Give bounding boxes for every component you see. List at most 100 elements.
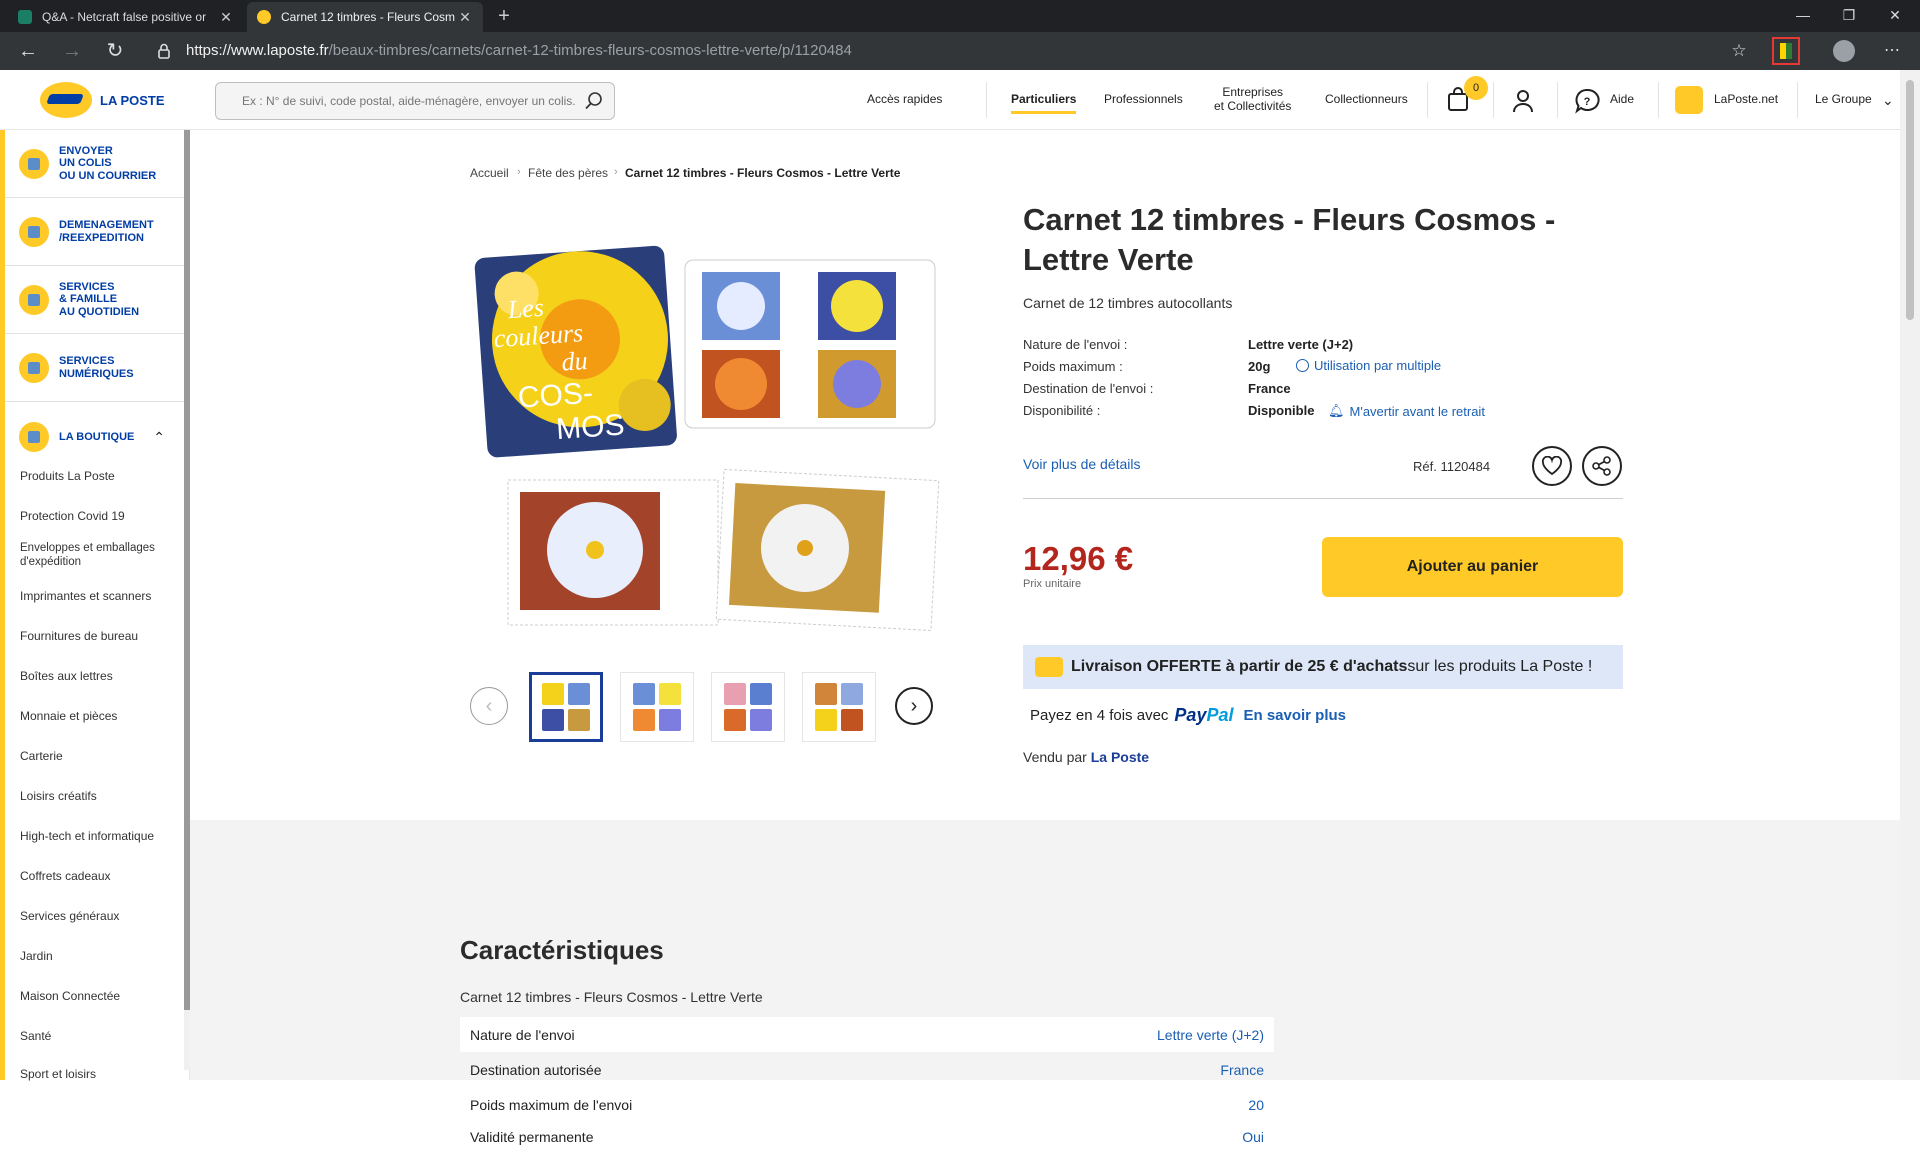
help-icon[interactable]: ?: [1574, 88, 1600, 114]
nav-acces-rapides[interactable]: Accès rapides: [867, 70, 942, 130]
favorite-button[interactable]: [1532, 446, 1572, 486]
mail-icon[interactable]: [1675, 86, 1703, 114]
tab-favicon-icon: [18, 10, 32, 24]
breadcrumb-current: Carnet 12 timbres - Fleurs Cosmos - Lett…: [625, 166, 901, 180]
chevron-up-icon[interactable]: ⌃: [153, 429, 165, 446]
add-to-cart-button[interactable]: Ajouter au panier: [1322, 537, 1623, 597]
sidebar-item[interactable]: Coffrets cadeaux: [20, 869, 170, 883]
nav-collectionneurs[interactable]: Collectionneurs: [1325, 70, 1408, 130]
thumbnail[interactable]: [802, 672, 876, 742]
close-tab-icon[interactable]: ✕: [218, 9, 234, 26]
nav-professionnels[interactable]: Professionnels: [1104, 70, 1183, 130]
back-button[interactable]: ←: [14, 37, 42, 65]
chevron-down-icon[interactable]: ⌄: [1882, 70, 1894, 130]
page-scrollbar[interactable]: [1900, 70, 1920, 1080]
thumbnail-next-button[interactable]: ›: [895, 687, 933, 725]
row-value[interactable]: Lettre verte (J+2): [1157, 1027, 1264, 1043]
user-account-icon[interactable]: [1510, 88, 1536, 114]
nav-laposte-net[interactable]: LaPoste.net: [1714, 70, 1778, 130]
info-icon: [1296, 359, 1309, 372]
sidebar-item[interactable]: Loisirs créatifs: [20, 789, 170, 803]
more-details-link[interactable]: Voir plus de détails: [1023, 456, 1141, 472]
breadcrumb-separator-icon: ›: [517, 166, 521, 178]
browser-tab-qa[interactable]: Q&A - Netcraft false positive or ✕: [8, 2, 244, 32]
breadcrumb-link[interactable]: Fête des pères: [528, 166, 608, 180]
sidebar-item[interactable]: Imprimantes et scanners: [20, 589, 170, 603]
sidebar-section-demenagement[interactable]: DEMENAGEMENT/REEXPEDITION: [5, 198, 185, 266]
close-tab-icon[interactable]: ✕: [457, 9, 473, 26]
moving-box-icon: [19, 216, 49, 247]
sidebar-section-services-numeriques[interactable]: SERVICES NUMÉRIQUES: [5, 334, 185, 402]
lock-icon[interactable]: [155, 42, 173, 60]
nav-divider: [1557, 82, 1558, 118]
share-icon: [1592, 456, 1611, 476]
nav-le-groupe[interactable]: Le Groupe: [1815, 70, 1872, 130]
spec-label: Destination de l'envoi :: [1023, 381, 1154, 396]
profile-avatar[interactable]: [1833, 40, 1855, 62]
new-tab-button[interactable]: +: [492, 4, 516, 28]
close-window-button[interactable]: ✕: [1872, 0, 1918, 32]
nav-particuliers[interactable]: Particuliers: [1011, 70, 1077, 130]
sold-by: Vendu par La Poste: [1023, 749, 1150, 765]
tab-title: Carnet 12 timbres - Fleurs Cosm: [281, 10, 456, 24]
address-bar[interactable]: https://www.laposte.fr/beaux-timbres/car…: [186, 42, 852, 59]
url-host: https://www.laposte.fr: [186, 42, 329, 59]
notify-link[interactable]: 🔔︎ M'avertir avant le retrait: [1328, 403, 1485, 419]
row-label: Poids maximum de l'envoi: [470, 1096, 633, 1113]
minimize-button[interactable]: —: [1780, 0, 1826, 32]
thumbnail[interactable]: [620, 672, 694, 742]
laposte-logo[interactable]: LA POSTE: [40, 82, 165, 118]
sidebar-item[interactable]: High-tech et informatique: [20, 829, 170, 843]
row-value[interactable]: Oui: [1242, 1129, 1264, 1145]
sidebar-item[interactable]: Fournitures de bureau: [20, 629, 170, 643]
stamp-text: MOS: [555, 408, 625, 446]
promo-text: sur les produits La Poste !: [1407, 658, 1593, 675]
search-input[interactable]: [216, 83, 576, 119]
favorites-star-icon[interactable]: ☆: [1725, 37, 1753, 65]
nav-entreprises[interactable]: Entreprises et Collectivités: [1214, 70, 1291, 130]
sidebar-item[interactable]: Services généraux: [20, 909, 170, 923]
sidebar-item[interactable]: Jardin: [20, 949, 170, 963]
sidebar-section-envoyer[interactable]: ENVOYER UN COLIS OU UN COURRIER: [5, 130, 185, 198]
stamp-text: COS-: [517, 377, 594, 415]
nav-aide[interactable]: Aide: [1610, 70, 1634, 130]
extension-icon[interactable]: [1772, 37, 1800, 65]
spec-label: Disponibilité :: [1023, 403, 1101, 418]
sidebar-item[interactable]: Enveloppes et emballages d'expédition: [20, 542, 170, 570]
sidebar-section-services-famille[interactable]: SERVICES & FAMILLE AU QUOTIDIEN: [5, 266, 185, 334]
seller-link[interactable]: La Poste: [1091, 749, 1149, 765]
breadcrumb-link[interactable]: Accueil: [470, 166, 509, 180]
sidebar-item[interactable]: Carterie: [20, 749, 170, 763]
spec-value: Disponible: [1248, 403, 1315, 418]
thumbnail[interactable]: [529, 672, 603, 742]
menu-dots-icon[interactable]: ⋯: [1878, 37, 1906, 65]
forward-button[interactable]: →: [58, 37, 86, 65]
row-value[interactable]: France: [1220, 1062, 1264, 1078]
maximize-button[interactable]: ❐: [1826, 0, 1872, 32]
sidebar-item[interactable]: Protection Covid 19: [20, 509, 170, 523]
tab-favicon-icon: [257, 10, 271, 24]
thumbnail-prev-button[interactable]: ‹: [470, 687, 508, 725]
search-icon[interactable]: [584, 91, 604, 111]
paypal-row: Payez en 4 fois avec PayPal En savoir pl…: [1030, 705, 1346, 726]
sidebar-item[interactable]: Boîtes aux lettres: [20, 669, 170, 683]
sidebar-item[interactable]: Maison Connectée: [20, 989, 170, 1003]
sidebar-item[interactable]: Monnaie et pièces: [20, 709, 170, 723]
sidebar-item[interactable]: Santé: [20, 1029, 170, 1043]
row-value[interactable]: 20: [1248, 1097, 1264, 1113]
thumbnail[interactable]: [711, 672, 785, 742]
tab-title: Q&A - Netcraft false positive or: [42, 10, 207, 24]
reload-button[interactable]: ↻: [101, 37, 129, 65]
sidebar-item[interactable]: Produits La Poste: [20, 469, 170, 483]
product-image[interactable]: Les couleurs du COS- MOS: [470, 230, 950, 710]
web-page: LA POSTE Accès rapides Particuliers Prof…: [0, 70, 1920, 1145]
nav-divider: [1427, 82, 1428, 118]
browser-tab-laposte[interactable]: Carnet 12 timbres - Fleurs Cosm ✕: [247, 2, 483, 32]
share-button[interactable]: [1582, 446, 1622, 486]
url-path: /beaux-timbres/carnets/carnet-12-timbres…: [328, 42, 852, 59]
paypal-more-link[interactable]: En savoir plus: [1243, 707, 1346, 724]
sidebar-section-boutique[interactable]: LA BOUTIQUE ⌃: [5, 402, 185, 472]
sidebar-item[interactable]: Sport et loisirs: [20, 1067, 170, 1081]
multiple-use-link[interactable]: Utilisation par multiple: [1296, 358, 1441, 373]
product-reference: Réf. 1120484: [1413, 459, 1491, 474]
